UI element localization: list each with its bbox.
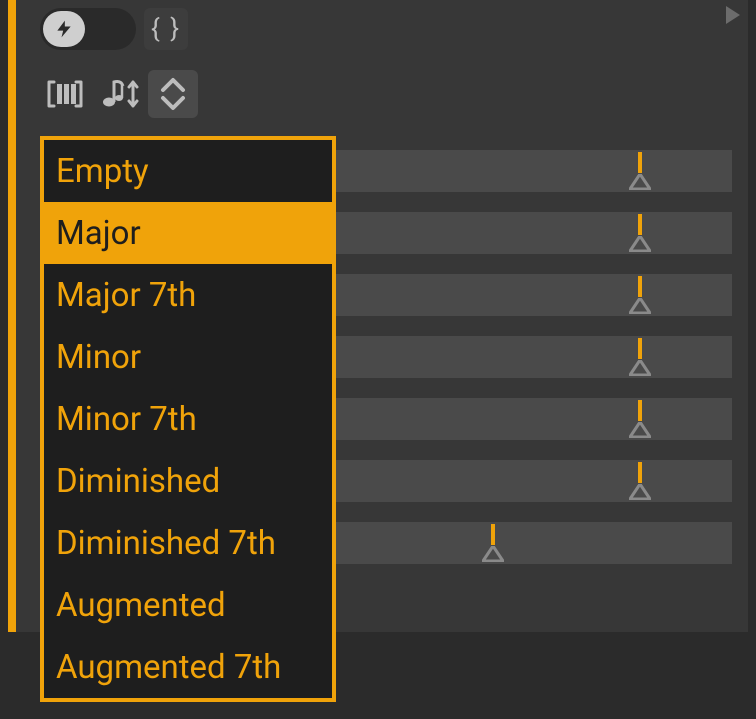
bolt-icon — [43, 11, 85, 47]
chord-menu-item[interactable]: Diminished 7th — [44, 512, 332, 574]
chord-menu-item[interactable]: Augmented 7th — [44, 636, 332, 698]
slider-thumb[interactable] — [626, 276, 654, 314]
slider-thumb[interactable] — [626, 152, 654, 190]
slider-thumb[interactable] — [626, 338, 654, 376]
chord-menu-item[interactable]: Major 7th — [44, 264, 332, 326]
chord-select-button[interactable] — [148, 70, 198, 118]
chord-menu-item[interactable]: Minor 7th — [44, 388, 332, 450]
chord-type-menu: EmptyMajorMajor 7thMinorMinor 7thDiminis… — [40, 136, 336, 702]
play-icon[interactable] — [726, 6, 740, 24]
braces-icon: { } — [151, 14, 181, 44]
top-toolbar: { } — [40, 8, 188, 50]
chord-menu-item[interactable]: Minor — [44, 326, 332, 388]
slider-thumb[interactable] — [479, 524, 507, 562]
braces-button[interactable]: { } — [144, 8, 188, 50]
slider-thumb[interactable] — [626, 462, 654, 500]
chord-menu-item[interactable]: Empty — [44, 140, 332, 202]
piano-fold-button[interactable] — [40, 70, 90, 118]
slider-thumb[interactable] — [626, 214, 654, 252]
note-transpose-button[interactable] — [94, 70, 144, 118]
mode-toggle[interactable] — [40, 8, 136, 50]
chord-menu-item[interactable]: Diminished — [44, 450, 332, 512]
slider-thumb[interactable] — [626, 400, 654, 438]
chord-menu-item[interactable]: Major — [44, 202, 332, 264]
chord-menu-item[interactable]: Augmented — [44, 574, 332, 636]
icon-toolbar — [40, 70, 198, 118]
